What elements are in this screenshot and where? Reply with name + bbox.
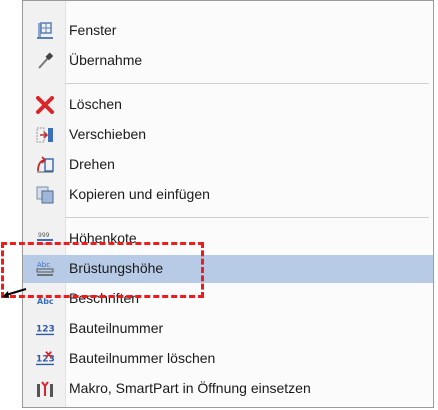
- menu-item-label: Löschen: [69, 96, 122, 112]
- callout-arrow-icon: [2, 288, 27, 298]
- move-icon: [36, 126, 54, 144]
- menu-item-bauteilnummer[interactable]: 123 Bauteilnummer: [23, 315, 433, 343]
- window-icon: [36, 22, 54, 40]
- menu-item-kopieren-und-einfuegen[interactable]: Kopieren und einfügen: [23, 181, 433, 209]
- component-number-icon: 123: [36, 320, 54, 338]
- svg-text:999: 999: [38, 232, 50, 239]
- menu-item-verschieben[interactable]: Verschieben: [23, 121, 433, 149]
- menu-item-bauteilnummer-loeschen[interactable]: 123 Bauteilnummer löschen: [23, 345, 433, 373]
- menu-item-drehen[interactable]: Drehen: [23, 151, 433, 179]
- menu-item-fenster[interactable]: Fenster: [23, 17, 433, 45]
- context-menu: Fenster Übernahme Löschen Verschieben Dr…: [22, 0, 434, 408]
- menu-item-label: Fenster: [69, 22, 117, 38]
- delete-x-icon: [36, 96, 54, 114]
- menu-item-label: Übernahme: [69, 52, 143, 68]
- rotate-icon: [36, 156, 54, 174]
- eyedropper-icon: [36, 52, 54, 70]
- menu-separator: [65, 217, 429, 218]
- menu-item-label: Bauteilnummer löschen: [69, 350, 216, 366]
- menu-item-label: Verschieben: [69, 126, 147, 142]
- menu-item-label: Drehen: [69, 156, 115, 172]
- menu-item-makro-smartpart[interactable]: Makro, SmartPart in Öffnung einsetzen: [23, 375, 433, 403]
- menu-item-label: Makro, SmartPart in Öffnung einsetzen: [69, 380, 311, 396]
- copy-paste-icon: [36, 186, 54, 204]
- macro-smartpart-icon: [36, 380, 54, 398]
- highlight-callout-box: [1, 242, 204, 298]
- delete-component-number-icon: 123: [36, 350, 54, 368]
- menu-item-label: Kopieren und einfügen: [69, 186, 210, 202]
- menu-separator: [65, 83, 429, 84]
- svg-text:123: 123: [36, 325, 54, 335]
- svg-text:Abc: Abc: [37, 297, 54, 306]
- menu-item-uebernahme[interactable]: Übernahme: [23, 47, 433, 75]
- menu-item-loeschen[interactable]: Löschen: [23, 91, 433, 119]
- menu-item-label: Bauteilnummer: [69, 320, 164, 336]
